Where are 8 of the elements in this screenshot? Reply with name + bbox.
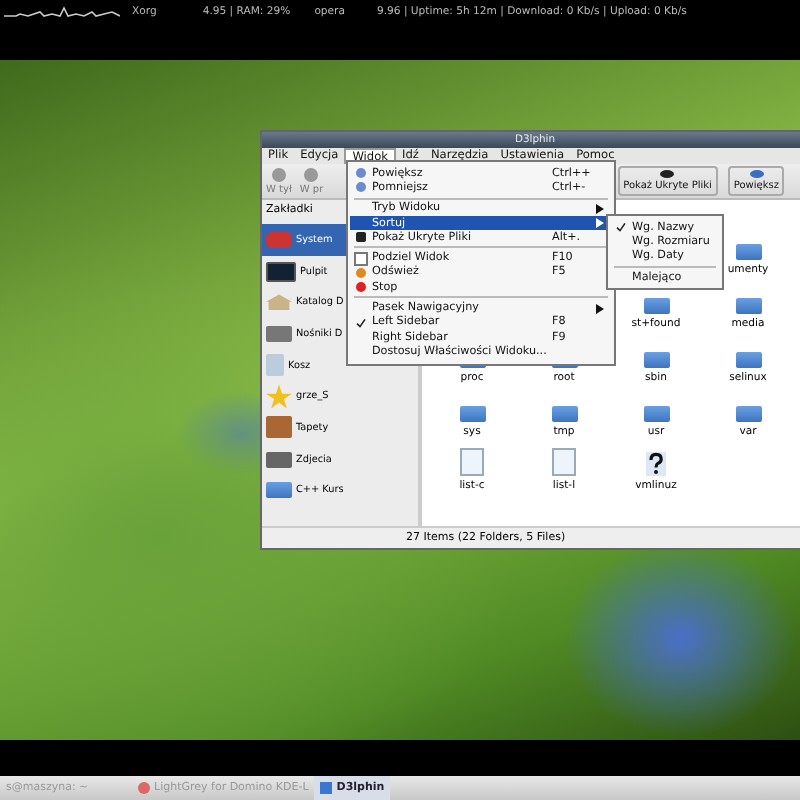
monitor-icon [266, 261, 296, 282]
split-icon [354, 251, 368, 266]
question-mark-icon [646, 452, 666, 476]
file-icon [552, 448, 576, 476]
activity-graph [4, 6, 120, 18]
file-icon [460, 448, 484, 476]
stop-icon [356, 282, 366, 293]
house-icon [266, 294, 292, 311]
